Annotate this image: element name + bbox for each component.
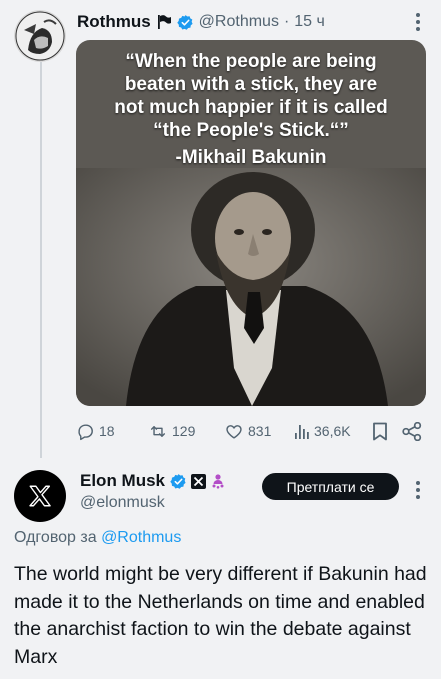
post-image[interactable]: “When the people are being beaten with a… bbox=[76, 40, 426, 406]
reply-icon bbox=[78, 423, 93, 440]
reply-text: The world might be very different if Bak… bbox=[14, 563, 427, 668]
quote-line: “When the people are being bbox=[125, 51, 377, 72]
thread-connector-line bbox=[40, 62, 42, 458]
bookmark-icon bbox=[373, 422, 387, 440]
reply-count: 18 bbox=[99, 423, 115, 439]
repost-button[interactable]: 129 bbox=[148, 422, 195, 441]
author-name[interactable]: Rothmus bbox=[77, 12, 151, 32]
x-logo-icon bbox=[29, 485, 51, 507]
flag-icon bbox=[156, 14, 172, 30]
repost-count: 129 bbox=[172, 423, 196, 439]
author-handle[interactable]: @Rothmus bbox=[199, 13, 279, 31]
share-icon bbox=[402, 421, 422, 441]
quote-line: “the People's Stick.“” bbox=[153, 120, 349, 141]
post-header: Rothmus @Rothmus · 15 ч bbox=[77, 11, 325, 33]
views-button[interactable]: 36,6K bbox=[294, 423, 351, 440]
share-button[interactable] bbox=[402, 421, 422, 441]
reply-author-avatar[interactable] bbox=[14, 470, 66, 522]
like-button[interactable]: 831 bbox=[224, 422, 271, 441]
avatar-rothmus bbox=[14, 10, 66, 62]
affiliate-badge-icon bbox=[210, 473, 226, 489]
more-icon[interactable] bbox=[415, 12, 421, 37]
view-count: 36,6K bbox=[314, 423, 351, 439]
post-time[interactable]: 15 ч bbox=[294, 13, 325, 31]
verified-badge-icon bbox=[170, 473, 187, 490]
post-actions: 18 129 831 36,6K bbox=[76, 420, 426, 442]
subscribe-button[interactable]: Претплати се bbox=[262, 473, 399, 500]
bookmark-button[interactable] bbox=[372, 422, 388, 441]
views-icon bbox=[295, 424, 309, 439]
quote-attribution: -Mikhail Bakunin bbox=[175, 147, 327, 168]
reply-author-handle[interactable]: @elonmusk bbox=[80, 494, 165, 512]
portrait-image bbox=[76, 168, 426, 406]
reply-author-name[interactable]: Elon Musk bbox=[80, 471, 165, 491]
reply-header: Elon Musk bbox=[80, 469, 226, 493]
author-avatar[interactable] bbox=[14, 10, 66, 62]
replying-to-label: Одговор за bbox=[14, 529, 97, 546]
verified-badge-icon bbox=[176, 14, 194, 31]
repost-icon bbox=[150, 425, 166, 437]
quote-line: not much happier if it is called bbox=[114, 97, 388, 118]
like-icon bbox=[226, 424, 242, 439]
reply-button[interactable]: 18 bbox=[76, 422, 115, 441]
replying-to: Одговор за @Rothmus bbox=[14, 529, 181, 547]
replying-to-mention[interactable]: @Rothmus bbox=[101, 529, 181, 546]
time-separator: · bbox=[283, 13, 290, 30]
quote-text: “When the people are being beaten with a… bbox=[76, 50, 426, 169]
more-icon[interactable] bbox=[415, 480, 421, 505]
quote-line: beaten with a stick, they are bbox=[124, 74, 378, 95]
x-affiliate-badge-icon bbox=[191, 473, 207, 489]
like-count: 831 bbox=[248, 423, 272, 439]
